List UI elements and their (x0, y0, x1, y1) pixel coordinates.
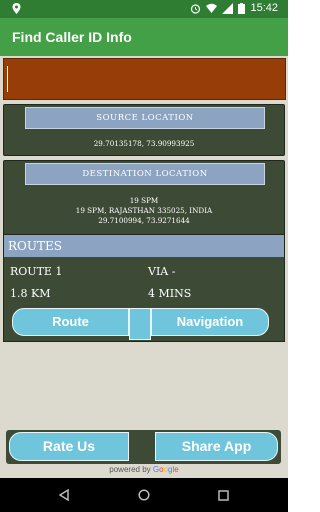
home-icon[interactable] (135, 486, 153, 504)
app-title: Find Caller ID Info (12, 29, 132, 45)
routes-header: ROUTES (4, 235, 284, 257)
source-location-header: SOURCE LOCATION (25, 107, 265, 129)
status-bar: 15:42 (0, 0, 288, 18)
battery-icon (238, 2, 246, 14)
powered-by-label: powered by (109, 465, 153, 474)
wifi-icon (206, 3, 218, 14)
google-logo-letter: e (174, 465, 179, 474)
status-time: 15:42 (250, 2, 278, 14)
route-distance: 1.8 KM (10, 287, 51, 300)
powered-by-google: powered by Google (0, 465, 288, 474)
back-icon[interactable] (55, 486, 73, 504)
alarm-icon (190, 3, 201, 14)
source-coordinates: 29.70135178, 73.90993925 (93, 139, 195, 148)
destination-name: 19 SPM (129, 196, 159, 205)
destination-address: 19 SPM, RAJASTHAN 335025, INDIA (75, 206, 213, 215)
rate-us-button[interactable]: Rate Us (9, 432, 129, 461)
route-label: ROUTE 1 (10, 265, 63, 278)
share-app-button[interactable]: Share App (155, 432, 278, 461)
button-separator (129, 308, 151, 340)
search-input[interactable] (3, 58, 286, 100)
signal-icon (222, 2, 234, 14)
destination-location-header: DESTINATION LOCATION (25, 163, 265, 185)
via-label: VIA - (148, 265, 176, 278)
action-bar: Rate Us Share App (6, 430, 281, 464)
system-nav-bar (0, 478, 288, 512)
text-cursor (7, 66, 8, 92)
destination-coordinates: 29.7100994, 73.9271644 (98, 216, 190, 225)
recents-icon[interactable] (214, 486, 232, 504)
navigation-button[interactable]: Navigation (151, 308, 269, 336)
route-duration: 4 MINS (148, 287, 192, 300)
source-location-card: SOURCE LOCATION 29.70135178, 73.90993925 (3, 104, 285, 156)
location-pin-icon (12, 3, 21, 14)
route-button[interactable]: Route (12, 308, 129, 336)
main-content: SOURCE LOCATION 29.70135178, 73.90993925… (0, 56, 288, 478)
app-bar: Find Caller ID Info (0, 18, 288, 56)
